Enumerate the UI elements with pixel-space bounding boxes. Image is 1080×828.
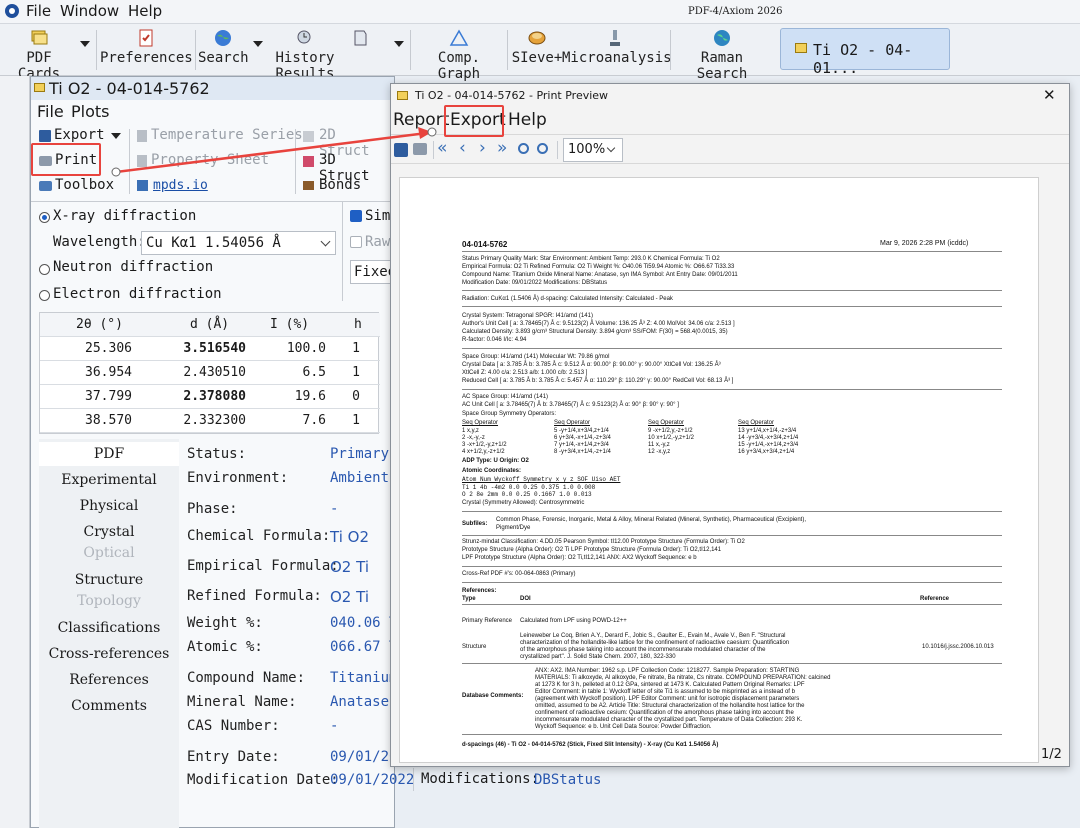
annotation-arrow: [111, 127, 437, 177]
